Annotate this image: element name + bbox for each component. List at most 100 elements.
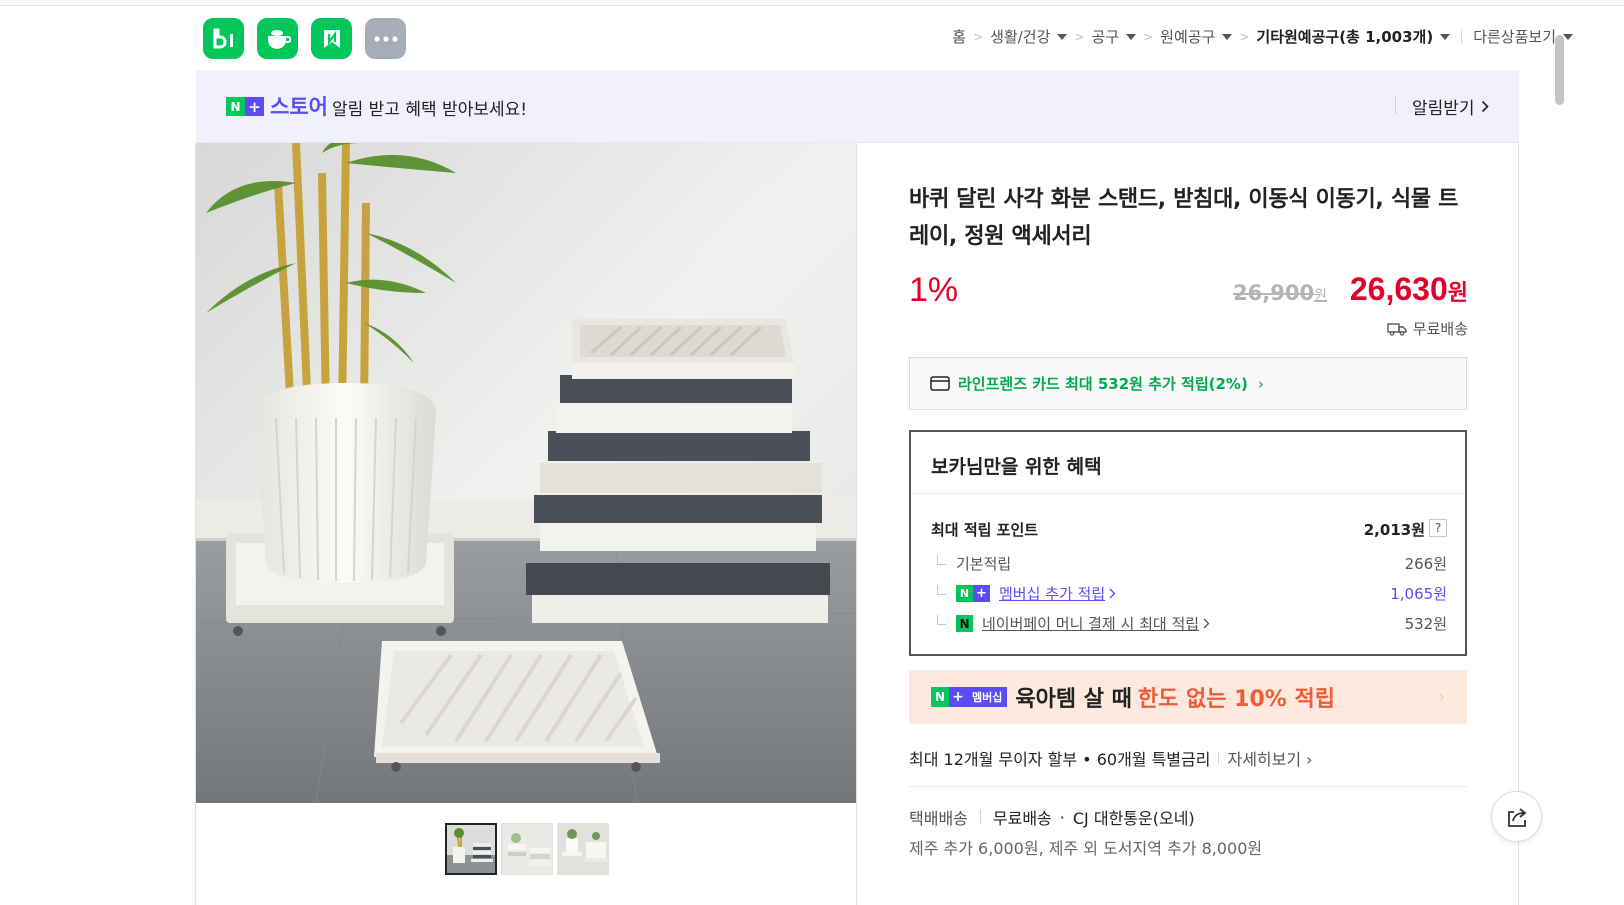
card-benefit-banner[interactable]: 라인프렌즈 카드 최대 532원 추가 적립(2%) › bbox=[909, 357, 1467, 410]
delivery-extra-fee-note: 제주 추가 6,000원, 제주 외 도서지역 추가 8,000원 bbox=[909, 839, 1263, 858]
membership-points-link[interactable]: 멤버십 추가 적립 bbox=[999, 583, 1105, 604]
delivery-dot: · bbox=[1059, 807, 1065, 827]
original-price-unit: 원 bbox=[1314, 288, 1327, 304]
installment-info: 최대 12개월 무이자 할부 • 60개월 특별금리 자세히보기 › bbox=[909, 746, 1313, 770]
browser-top-edge bbox=[0, 0, 1624, 6]
max-points-label: 최대 적립 포인트 bbox=[931, 521, 1039, 539]
chevron-right-icon: › bbox=[1257, 374, 1264, 393]
content-border-middle bbox=[856, 143, 857, 905]
installment-details-link[interactable]: 자세히보기 › bbox=[1227, 746, 1312, 770]
naver-plus-badge: N + bbox=[956, 585, 990, 602]
card-benefit-text: 라인프렌즈 카드 최대 532원 추가 적립(2%) bbox=[958, 375, 1248, 393]
share-icon bbox=[1507, 807, 1526, 827]
discount-rate: 1% bbox=[909, 271, 959, 309]
membership-points-value: 1,065원 bbox=[1390, 585, 1447, 603]
membership-promo-banner[interactable]: N + 멤버십 육아템 살 때 한도 없는 10% 적립 › bbox=[909, 670, 1467, 724]
breadcrumb-category-4[interactable]: 기타원예공구(총 1,003개) bbox=[1256, 26, 1451, 47]
caret-down-icon bbox=[1222, 33, 1233, 40]
plus-badge: + bbox=[245, 97, 264, 116]
sale-price: 26,630원 bbox=[1350, 271, 1468, 308]
free-shipping-label: 무료배송 bbox=[1412, 320, 1468, 338]
installment-text: 최대 12개월 무이자 할부 • 60개월 특별금리 bbox=[909, 750, 1211, 769]
tree-connector bbox=[937, 584, 946, 595]
basic-points-label: 기본적립 bbox=[937, 553, 1011, 574]
caret-down-icon bbox=[1126, 33, 1137, 40]
thumbnail-2[interactable] bbox=[501, 823, 553, 875]
product-title: 바퀴 달린 사각 화분 스탠드, 받침대, 이동식 이동기, 식물 트레이, 정… bbox=[909, 187, 1459, 249]
membership-points-label: N + 멤버십 추가 적립 bbox=[937, 583, 1116, 604]
subscribe-alarm-button[interactable]: 알림받기 bbox=[1412, 94, 1489, 119]
installment-divider bbox=[1218, 751, 1220, 765]
naver-n-badge: N bbox=[226, 97, 245, 116]
npay-points-label: N 네이버페이 머니 결제 시 최대 적립 bbox=[937, 613, 1210, 634]
membership-points-row: N + 멤버십 추가 적립 1,065원 bbox=[911, 579, 1465, 609]
breadcrumb-home[interactable]: 홈 bbox=[952, 26, 966, 47]
caret-down-icon bbox=[1057, 33, 1068, 40]
breadcrumb-category-1[interactable]: 생활/건강 bbox=[990, 26, 1068, 47]
max-points-value: 2,013원 bbox=[1363, 521, 1425, 539]
cafe-icon[interactable] bbox=[257, 18, 298, 59]
badge-n: N bbox=[931, 687, 949, 707]
product-main-image[interactable] bbox=[196, 143, 856, 803]
member-benefit-box: 보카님만을 위한 혜택 최대 적립 포인트 2,013원 ? 기본적립 266원… bbox=[909, 430, 1467, 656]
chevron-right-icon: › bbox=[1438, 687, 1445, 706]
breadcrumb-category-2[interactable]: 공구 bbox=[1091, 26, 1137, 47]
badge-plus: + bbox=[949, 687, 967, 707]
breadcrumb-separator: > bbox=[1074, 29, 1085, 44]
caret-down-icon bbox=[1440, 33, 1451, 40]
delivery-info: 택배배송 무료배송 · CJ 대한통운(오네) bbox=[909, 805, 1195, 829]
breadcrumb-separator: > bbox=[973, 29, 984, 44]
basic-points-row: 기본적립 266원 bbox=[911, 549, 1465, 579]
top-header: 홈 > 생활/건강 > 공구 > 원예공구 > 기타원예공구(총 1,003개)… bbox=[203, 18, 1573, 60]
delivery-method: 택배배송 bbox=[909, 809, 968, 828]
installment-details-label: 자세히보기 bbox=[1227, 750, 1302, 769]
membership-badge: N + 멤버십 bbox=[931, 687, 1008, 707]
page-scrollbar-thumb[interactable] bbox=[1555, 35, 1564, 105]
help-question-icon[interactable]: ? bbox=[1429, 519, 1447, 537]
sale-price-value: 26,630 bbox=[1349, 271, 1448, 307]
share-button[interactable] bbox=[1491, 791, 1542, 842]
credit-card-icon bbox=[930, 376, 950, 391]
breadcrumb-separator: > bbox=[1143, 29, 1154, 44]
breadcrumb-separator: > bbox=[1239, 29, 1250, 44]
section-divider bbox=[909, 786, 1467, 787]
tree-connector bbox=[937, 614, 946, 625]
benefit-title: 보카님만을 위한 혜택 bbox=[911, 432, 1465, 494]
notify-divider bbox=[1395, 97, 1396, 114]
sale-price-unit: 원 bbox=[1447, 280, 1468, 305]
chevron-right-icon bbox=[1109, 588, 1116, 599]
chevron-right-icon bbox=[1203, 618, 1210, 629]
breadcrumb-divider bbox=[1461, 29, 1463, 44]
blog-icon[interactable] bbox=[203, 18, 244, 59]
basic-points-text: 기본적립 bbox=[956, 555, 1012, 573]
thumbnail-strip bbox=[445, 823, 609, 875]
delivery-divider bbox=[979, 810, 981, 824]
store-label: 스토어 bbox=[270, 95, 328, 119]
service-app-icons bbox=[203, 18, 406, 59]
thumbnail-3[interactable] bbox=[557, 823, 609, 875]
original-price-value: 26,900 bbox=[1233, 281, 1315, 305]
delivery-fee: 무료배송 bbox=[992, 809, 1052, 828]
npay-points-row: N 네이버페이 머니 결제 시 최대 적립 532원 bbox=[911, 609, 1465, 639]
promo-text: 육아템 살 때 bbox=[1015, 687, 1132, 712]
more-services-icon[interactable] bbox=[365, 18, 406, 59]
subscribe-alarm-label: 알림받기 bbox=[1412, 99, 1475, 119]
notify-message: 알림 받고 혜택 받아보세요! bbox=[332, 100, 528, 120]
npay-points-value: 532원 bbox=[1404, 615, 1447, 633]
free-shipping-badge: 무료배송 bbox=[1387, 318, 1468, 339]
badge-membership: 멤버십 bbox=[967, 687, 1008, 707]
promo-highlight: 한도 없는 10% 적립 bbox=[1137, 687, 1335, 712]
thumbnail-1[interactable] bbox=[445, 823, 497, 875]
store-notify-banner: N + 스토어 알림 받고 혜택 받아보세요! 알림받기 bbox=[196, 70, 1519, 143]
chevron-right-icon bbox=[1481, 100, 1489, 113]
max-points-row: 최대 적립 포인트 2,013원 ? bbox=[911, 515, 1465, 549]
original-price: 26,900원 bbox=[1233, 281, 1327, 305]
tree-connector bbox=[937, 554, 946, 565]
breadcrumb-category-3[interactable]: 원예공구 bbox=[1160, 26, 1233, 47]
smartstore-icon[interactable] bbox=[311, 18, 352, 59]
truck-icon bbox=[1387, 322, 1407, 336]
caret-down-icon bbox=[1563, 33, 1573, 40]
npay-points-link[interactable]: 네이버페이 머니 결제 시 최대 적립 bbox=[982, 613, 1199, 634]
category-breadcrumb: 홈 > 생활/건강 > 공구 > 원예공구 > 기타원예공구(총 1,003개)… bbox=[952, 26, 1573, 47]
naver-pay-icon: N bbox=[956, 615, 973, 632]
